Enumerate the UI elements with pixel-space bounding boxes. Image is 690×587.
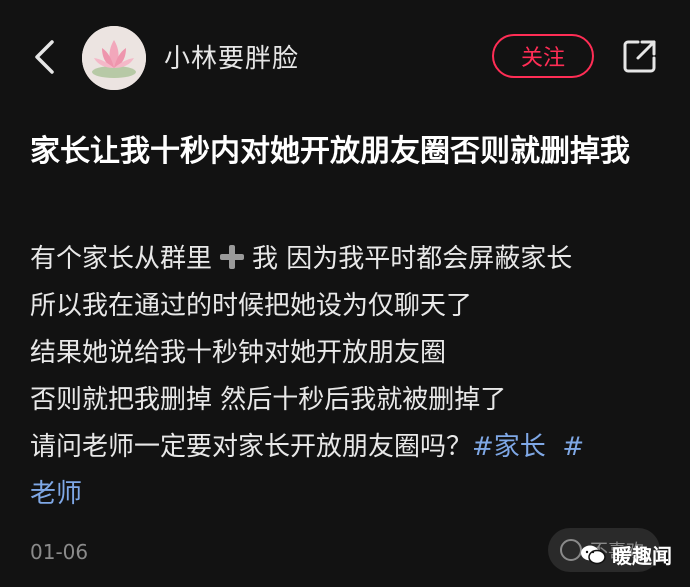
back-button[interactable] (28, 38, 60, 76)
body-text-segment: 有个家长从群里 (30, 244, 213, 274)
watermark-text: 暖趣闻 (612, 544, 672, 568)
hashtag-link[interactable]: #家长 (472, 432, 546, 462)
body-line: 有个家长从群里 我 因为我平时都会屏蔽家长 (30, 236, 670, 283)
share-button[interactable] (620, 36, 660, 76)
hashtag-link[interactable]: # (562, 432, 584, 462)
username[interactable]: 小林要胖脸 (164, 38, 299, 75)
body-text-segment: 请问老师一定要对家长开放朋友圈吗？ (30, 432, 473, 462)
body-line: 所以我在通过的时候把她设为仅聊天了 (30, 291, 473, 321)
plus-icon (220, 245, 245, 269)
body-line: 老师 (30, 471, 670, 518)
lotus-avatar-icon (82, 26, 146, 90)
body-line: 结果她说给我十秒钟对她开放朋友圈 (30, 338, 447, 368)
chevron-left-icon (35, 40, 54, 74)
top-bar: 小林要胖脸 关注 (0, 0, 690, 112)
body-line: 请问老师一定要对家长开放朋友圈吗？#家长 # (30, 424, 670, 471)
body-text-segment: 我 因为我平时都会屏蔽家长 (252, 244, 573, 274)
post-title: 家长让我十秒内对她开放朋友圈否则就删掉我 (30, 134, 630, 169)
wechat-icon (581, 545, 606, 564)
body-line: 否则就把我删掉 然后十秒后我就被删掉了 (30, 385, 507, 415)
dislike-face-icon (560, 539, 582, 561)
avatar[interactable] (82, 26, 146, 90)
hashtag-link[interactable]: 老师 (30, 479, 82, 509)
share-icon (623, 40, 656, 73)
follow-button[interactable]: 关注 (492, 34, 594, 78)
post-date: 01-06 (30, 540, 89, 564)
watermark: 暖趣闻 (580, 540, 672, 569)
post-body: 有个家长从群里 我 因为我平时都会屏蔽家长 所以我在通过的时候把她设为仅聊天了 结… (30, 236, 670, 518)
